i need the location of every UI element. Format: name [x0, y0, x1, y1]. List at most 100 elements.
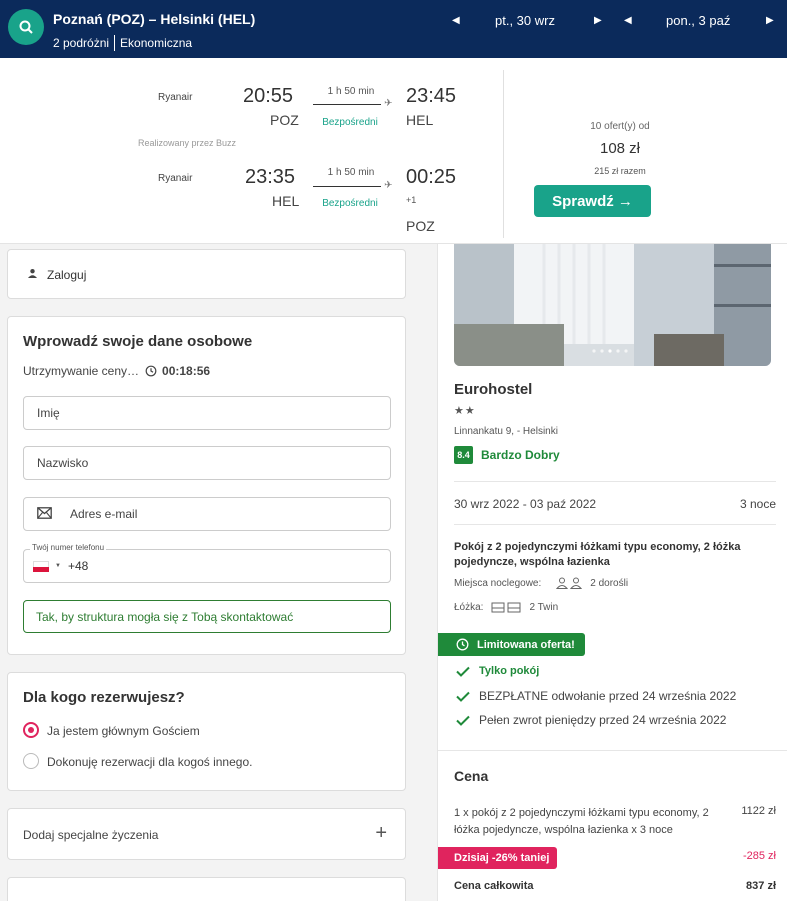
user-icon [28, 269, 37, 278]
offers-count: 10 ofert(y) od [590, 121, 650, 132]
radio-other-guest-label[interactable]: Dokonuję rezerwacji dla kogoś innego. [47, 755, 252, 769]
search-icon [19, 20, 33, 34]
price-hold: Utrzymywanie ceny… 00:18:56 [23, 364, 210, 378]
sleeps-info: Miejsca noclegowe: 2 dorośli [454, 577, 628, 589]
clock-icon [145, 365, 157, 377]
person-icon [556, 577, 583, 589]
stay-nights: 3 noce [739, 497, 776, 511]
discount-value: -285 zł [742, 850, 776, 862]
guest-rating: 8.4 Bardzo Dobry [454, 446, 560, 464]
perk-text: Tylko pokój [479, 665, 540, 677]
divider [454, 481, 776, 482]
radio-main-guest[interactable] [23, 722, 39, 738]
special-requests-card[interactable]: Dodaj specjalne życzenia + [7, 808, 406, 860]
chevron-down-icon[interactable]: ▼ [55, 563, 61, 569]
section-title: Dla kogo rezerwujesz? [23, 689, 185, 706]
star-rating: ★★ [454, 405, 476, 417]
limited-offer-badge: Limitowana oferta! [438, 633, 585, 656]
stay-dates: 30 wrz 2022 - 03 paź 2022 [454, 497, 597, 511]
top-bar: Poznań (POZ) – Helsinki (HEL) 2 podróżni… [0, 0, 787, 58]
perk-free-cancel: BEZPŁATNE odwołanie przed 24 września 20… [456, 689, 736, 703]
price-hold-label: Utrzymywanie ceny… [23, 364, 140, 378]
route-title[interactable]: Poznań (POZ) – Helsinki (HEL) [53, 11, 255, 27]
booking-summary: Eurohostel ★★ Linnankatu 9, - Helsinki 8… [437, 244, 787, 901]
return-arrival-time: 00:25 [406, 166, 457, 188]
clock-icon [456, 638, 469, 651]
check-icon [456, 715, 470, 726]
perk-text: Pełen zwrot pieniędzy przed 24 września … [479, 713, 727, 727]
check-icon [456, 691, 470, 702]
rating-score: 8.4 [454, 446, 473, 464]
search-button[interactable] [8, 9, 44, 45]
price-hold-timer: 00:18:56 [162, 364, 211, 378]
hotel-photo[interactable] [454, 244, 771, 366]
outbound-departure-time: 20:55 [243, 85, 294, 107]
beds-label: Łóżka: [454, 602, 484, 613]
divider [503, 70, 504, 238]
right-arrow-icon[interactable]: ▶ [766, 15, 774, 26]
return-arrival-airport: POZ [406, 218, 435, 234]
outbound-airline: Ryanair [158, 92, 193, 103]
radio-other-guest[interactable] [23, 753, 39, 769]
return-departure-time: 23:35 [245, 166, 296, 188]
outbound-departure-airport: POZ [270, 112, 299, 128]
divider [454, 524, 776, 525]
section-title: Wprowadź swoje dane osobowe [23, 333, 253, 350]
outbound-arrival-time: 23:45 [406, 85, 457, 107]
price-total: 215 zł razem [594, 166, 646, 176]
hotel-address: Linnankatu 9, - Helsinki [454, 426, 558, 437]
outbound-date[interactable]: pt., 30 wrz [495, 13, 555, 28]
personal-details-card: Wprowadź swoje dane osobowe Utrzymywanie… [7, 316, 406, 655]
poland-flag-icon[interactable] [33, 560, 49, 572]
special-requests-label: Dodaj specjalne życzenia [23, 828, 159, 842]
price-value: 1122 zł [741, 805, 776, 817]
flight-summary: Ryanair 20:55 POZ 1 h 50 min ✈ Bezpośred… [0, 58, 787, 244]
bed-icon [491, 602, 521, 613]
total-label: Cena całkowita [454, 880, 534, 892]
right-arrow-icon[interactable]: ▶ [594, 15, 602, 26]
divider [114, 35, 116, 51]
phone-prefix: +48 [67, 559, 89, 573]
last-name-field[interactable]: Nazwisko [23, 446, 391, 480]
check-button[interactable]: Sprawdź → [534, 185, 651, 217]
return-date[interactable]: pon., 3 paź [666, 13, 730, 28]
check-icon [456, 666, 470, 677]
phone-field[interactable]: ▼ +48 [23, 549, 391, 583]
beds-value: 2 Twin [529, 602, 559, 613]
radio-main-guest-label[interactable]: Ja jestem głównym Gościem [47, 724, 200, 738]
beds-info: Łóżka: 2 Twin [454, 602, 558, 613]
sleeps-value: 2 dorośli [590, 577, 629, 589]
outbound-route-line [313, 104, 381, 105]
plus-icon[interactable]: + [375, 822, 387, 845]
return-departure-airport: HEL [272, 193, 300, 209]
email-field[interactable]: Adres e-mail [23, 497, 391, 531]
plane-icon: ✈ [384, 98, 393, 109]
day-offset: +1 [406, 195, 417, 205]
email-placeholder: Adres e-mail [70, 507, 138, 521]
return-stops: Bezpośredni [322, 198, 378, 209]
left-arrow-icon[interactable]: ◀ [452, 15, 460, 26]
price-description: 1 x pokój z 2 pojedynczymi łóżkami typu … [454, 807, 709, 836]
left-arrow-icon[interactable]: ◀ [624, 15, 632, 26]
travelers-summary[interactable]: 2 podróżni Ekonomiczna [53, 35, 192, 51]
perk-text: BEZPŁATNE odwołanie przed 24 września 20… [479, 689, 737, 703]
phone-field-label: Twój numer telefonu [30, 543, 107, 552]
travelers-count: 2 podróżni [53, 36, 110, 50]
next-card [7, 877, 406, 901]
envelope-icon [37, 507, 52, 519]
limited-offer-text: Limitowana oferta! [477, 638, 575, 651]
first-name-field[interactable]: Imię [23, 396, 391, 430]
discount-badge: Dzisiaj -26% taniej [438, 847, 557, 869]
divider [438, 750, 787, 751]
hotel-room-image [454, 244, 771, 366]
outbound-stops: Bezpośredni [322, 117, 378, 128]
perk-room-only: Tylko pokój [456, 665, 539, 677]
plane-icon: ✈ [384, 180, 393, 191]
price-from: 108 zł [599, 140, 641, 157]
return-duration: 1 h 50 min [327, 167, 375, 178]
cabin-class: Ekonomiczna [120, 36, 193, 50]
sleeps-label: Miejsca noclegowe: [454, 577, 542, 589]
total-value: 837 zł [746, 880, 776, 892]
hotel-name: Eurohostel [454, 381, 533, 398]
login-card[interactable]: Zaloguj [7, 249, 406, 299]
